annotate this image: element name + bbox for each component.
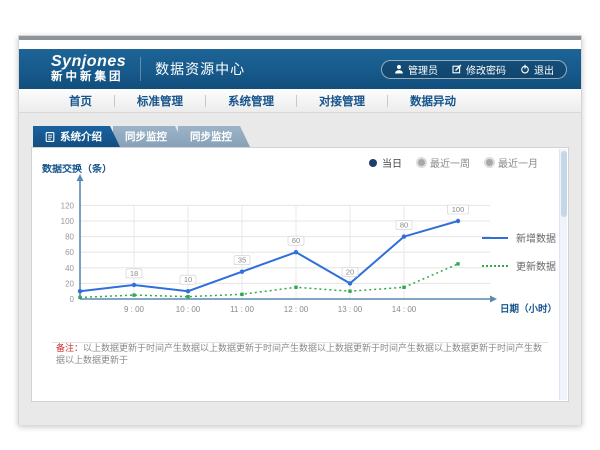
logout-button[interactable]: 退出 <box>520 62 554 77</box>
data-point <box>78 296 81 299</box>
x-tick-label: 10 : 00 <box>176 305 201 314</box>
nav-item-4[interactable]: 数据异动 <box>388 93 478 109</box>
footnote: 备注：以上数据更新于时间产生数据以上数据更新于时间产生数据以上数据更新于时间产生… <box>56 342 544 367</box>
y-axis-title: 数据交换（条） <box>42 164 112 175</box>
tab-label: 同步监控 <box>125 129 167 144</box>
screen: Synjones 新中新集团 数据资源中心 管理员修改密码退出 首页标准管理系统… <box>0 0 600 450</box>
data-point <box>186 289 190 293</box>
nav-item-1[interactable]: 标准管理 <box>115 93 205 109</box>
y-tick-label: 40 <box>65 264 74 273</box>
header-action-label: 退出 <box>534 62 554 77</box>
data-point-label: 100 <box>452 205 465 214</box>
document-icon <box>45 132 55 142</box>
app-header: Synjones 新中新集团 数据资源中心 管理员 修改密码 退出 <box>19 49 581 89</box>
legend-item-1: 更新数据 <box>482 258 556 273</box>
nav-item-2[interactable]: 系统管理 <box>206 93 296 109</box>
x-tick-label: 14 : 00 <box>392 305 417 314</box>
footnote-prefix: 备注： <box>56 343 83 353</box>
data-point <box>348 281 352 285</box>
data-point <box>132 293 135 296</box>
x-tick-label: 13 : 00 <box>338 305 363 314</box>
tab-label: 系统介绍 <box>60 129 102 144</box>
header-divider <box>140 57 141 81</box>
chart-legend: 新增数据更新数据 <box>482 230 556 273</box>
data-point <box>348 290 351 293</box>
tab-label: 同步监控 <box>190 129 232 144</box>
data-point <box>402 234 406 238</box>
legend-label: 更新数据 <box>516 258 556 273</box>
data-point <box>240 270 244 274</box>
edit-icon <box>452 64 462 74</box>
content-area: 系统介绍同步监控同步监控 当日最近一周最近一月 020406080100120数… <box>19 113 581 425</box>
data-point-label: 10 <box>184 275 192 284</box>
x-axis-title: 日期（小时） <box>500 303 557 315</box>
admin-button[interactable]: 管理员 <box>394 62 438 77</box>
legend-swatch <box>482 265 508 267</box>
legend-label: 新增数据 <box>516 230 556 245</box>
header-action-label: 管理员 <box>408 62 438 77</box>
user-icon <box>394 64 404 74</box>
y-tick-label: 80 <box>65 233 74 242</box>
header-action-label: 修改密码 <box>466 62 506 77</box>
data-point <box>294 250 298 254</box>
nav-item-3[interactable]: 对接管理 <box>297 93 387 109</box>
data-point <box>294 286 297 289</box>
data-point <box>132 283 136 287</box>
app-window: Synjones 新中新集团 数据资源中心 管理员修改密码退出 首页标准管理系统… <box>18 35 582 425</box>
legend-item-0: 新增数据 <box>482 230 556 245</box>
x-tick-label: 9 : 00 <box>124 305 145 314</box>
data-point <box>240 293 243 296</box>
y-tick-label: 120 <box>61 201 75 210</box>
data-point-label: 35 <box>238 256 246 265</box>
y-tick-label: 60 <box>65 248 74 257</box>
data-point-label: 60 <box>292 236 300 245</box>
header-action-group: 管理员 修改密码 退出 <box>381 60 567 79</box>
system-intro-panel: 当日最近一周最近一月 020406080100120数据交换（条）日期（小时）9… <box>31 147 569 402</box>
company-logo[interactable]: Synjones 新中新集团 <box>51 54 126 84</box>
data-point <box>78 289 82 293</box>
change-password-button[interactable]: 修改密码 <box>452 62 506 77</box>
footnote-text: 以上数据更新于时间产生数据以上数据更新于时间产生数据以上数据更新于时间产生数据以… <box>56 343 542 366</box>
y-axis-arrow-icon <box>77 174 84 181</box>
data-point-label: 18 <box>130 269 138 278</box>
data-point <box>402 286 405 289</box>
logo-secondary-text: 新中新集团 <box>51 72 126 84</box>
data-point <box>456 262 459 265</box>
tab-2[interactable]: 同步监控 <box>178 126 250 147</box>
y-tick-label: 20 <box>65 279 74 288</box>
data-point-label: 80 <box>400 221 408 230</box>
app-title: 数据资源中心 <box>155 59 245 79</box>
tab-0[interactable]: 系统介绍 <box>33 126 120 147</box>
logo-primary-text: Synjones <box>51 54 126 70</box>
tab-1[interactable]: 同步监控 <box>113 126 185 147</box>
x-axis-arrow-icon <box>490 296 497 303</box>
power-icon <box>520 64 530 74</box>
scrollbar-thumb[interactable] <box>561 151 567 217</box>
data-point <box>456 219 460 223</box>
data-point-label: 20 <box>346 267 354 276</box>
data-point <box>186 295 189 298</box>
tab-bar: 系统介绍 同步监控 同步监控 <box>33 126 569 147</box>
y-tick-label: 100 <box>61 217 75 226</box>
nav-item-0[interactable]: 首页 <box>47 93 114 109</box>
x-tick-label: 11 : 00 <box>230 305 254 314</box>
legend-swatch <box>482 237 508 239</box>
y-tick-label: 0 <box>70 295 75 304</box>
x-tick-label: 12 : 00 <box>284 305 309 314</box>
series-line-0 <box>80 221 458 291</box>
main-nav: 首页标准管理系统管理对接管理数据异动 <box>19 89 581 113</box>
window-top-gap <box>19 40 581 49</box>
panel-scrollbar[interactable] <box>559 149 567 400</box>
